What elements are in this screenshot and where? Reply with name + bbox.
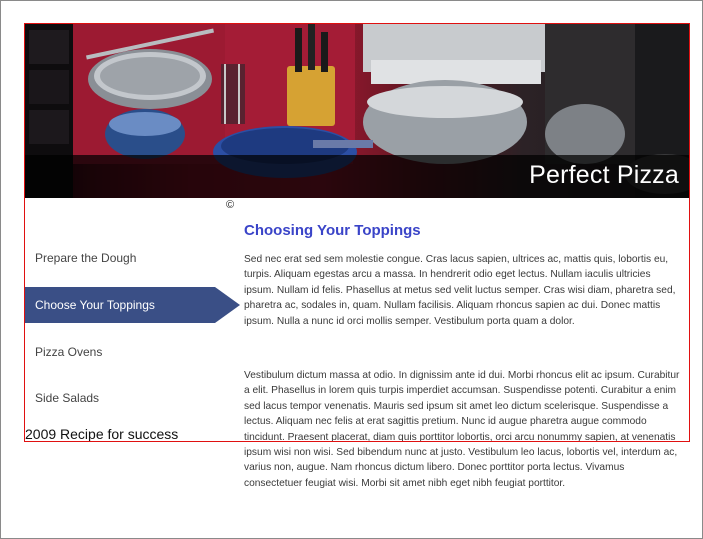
nav-item-label: Choose Your Toppings [35, 298, 155, 312]
nav-item-pizza-ovens[interactable]: Pizza Ovens [25, 334, 240, 370]
nav-item-label: Side Salads [35, 391, 100, 405]
nav-item-choose-toppings[interactable]: Choose Your Toppings [25, 287, 240, 323]
site-title: Perfect Pizza [529, 161, 679, 189]
nav-item-label: Prepare the Dough [35, 251, 137, 265]
footer-tagline: 2009 Recipe for success [25, 426, 179, 442]
copyright-symbol: © [226, 199, 235, 211]
content-paragraph: Sed nec erat sed sem molestie congue. Cr… [244, 254, 676, 327]
content-heading: Choosing Your Toppings [244, 222, 421, 239]
content-paragraph: Vestibulum dictum massa at odio. In dign… [244, 370, 680, 489]
nav-item-prepare-dough[interactable]: Prepare the Dough [25, 240, 240, 276]
header-banner: Perfect Pizza [25, 24, 689, 198]
nav-item-label: Pizza Ovens [35, 345, 103, 359]
nav-item-side-salads[interactable]: Side Salads [25, 380, 240, 416]
